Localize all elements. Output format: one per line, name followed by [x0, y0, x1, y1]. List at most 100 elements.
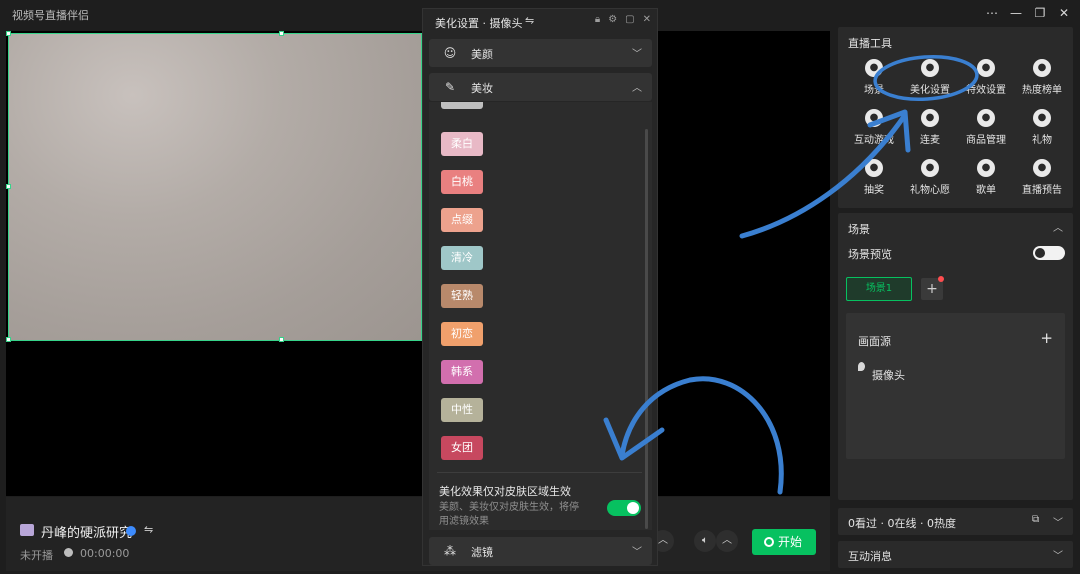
makeup-style-chip[interactable]: 中性 [441, 398, 483, 422]
makeup-style-chip[interactable]: 初恋 [441, 322, 483, 346]
switch-icon[interactable]: ⇋ [525, 14, 534, 27]
tool-label: 互动游戏 [854, 135, 894, 146]
clock-icon [64, 548, 73, 557]
add-source-icon[interactable]: + [1040, 329, 1053, 347]
restore-icon[interactable]: ▢ [625, 14, 634, 25]
makeup-style-chip[interactable]: 韩系 [441, 360, 483, 384]
scene-card: 场景 ︿ 场景预览 场景1 + 画面源 + 摄像头 [838, 213, 1073, 500]
resize-handle[interactable] [6, 31, 11, 36]
tool-playlist[interactable]: ● 歌单 [958, 159, 1014, 205]
skin-only-description: 美颜、美妆仅对皮肤生效，将停用滤镜效果 [439, 502, 579, 527]
preview-stage [6, 31, 830, 496]
tool-scene[interactable]: ● 场景 [846, 59, 902, 105]
chevron-up-icon[interactable]: ︿ [1053, 219, 1063, 234]
close-icon[interactable]: ✕ [643, 14, 651, 25]
toggle-knob [1035, 248, 1045, 258]
scene-chip[interactable]: 场景1 [846, 277, 912, 301]
gift-icon: ● [1033, 109, 1051, 127]
makeup-wand-icon: ✎ [444, 80, 456, 94]
gift-wish-icon: ● [921, 159, 939, 177]
chevron-up-icon[interactable]: ︿ [716, 530, 738, 552]
makeup-options: 柔白白桃点缀清冷轻熟初恋韩系中性女团 美化效果仅对皮肤区域生效 美颜、美妆仅对皮… [429, 102, 652, 530]
popout-icon[interactable]: ⧉ [1032, 514, 1039, 525]
makeup-style-chip[interactable]: 清冷 [441, 246, 483, 270]
tool-label: 场景 [864, 85, 884, 96]
tool-label: 连麦 [920, 135, 940, 146]
more-icon[interactable]: ⋯ [982, 4, 1002, 22]
resize-handle[interactable] [6, 184, 11, 189]
tool-gift-wish[interactable]: ● 礼物心愿 [902, 159, 958, 205]
face-icon: ☺ [443, 46, 457, 60]
divider [437, 472, 642, 473]
co-host-icon: ● [921, 109, 939, 127]
lottery-icon: ● [865, 159, 883, 177]
record-icon [764, 537, 774, 547]
source-item-camera[interactable]: 摄像头 [872, 367, 905, 383]
restore-icon[interactable]: ❐ [1030, 4, 1050, 22]
beauty-label: 美颜 [471, 48, 493, 61]
filter-section[interactable]: ⁂ 滤镜 ﹀ [429, 537, 652, 565]
live-timer: 00:00:00 [80, 547, 130, 560]
tool-label: 特效设置 [966, 85, 1006, 96]
tool-label: 直播预告 [1022, 185, 1062, 196]
tool-gift[interactable]: ● 礼物 [1014, 109, 1070, 155]
filter-icon: ⁂ [444, 544, 456, 558]
messages-title: 互动消息 [848, 550, 892, 563]
makeup-style-chip[interactable]: 女团 [441, 436, 483, 460]
product-icon: ● [977, 109, 995, 127]
beauty-section[interactable]: ☺ 美颜 ﹀ [429, 39, 652, 67]
app-title: 视频号直播伴侣 [12, 9, 89, 22]
tool-label: 商品管理 [966, 135, 1006, 146]
channel-icon [20, 524, 34, 536]
tool-lottery[interactable]: ● 抽奖 [846, 159, 902, 205]
tool-game[interactable]: ● 互动游戏 [846, 109, 902, 155]
skin-only-toggle[interactable] [607, 500, 641, 516]
minimize-icon[interactable]: — [1006, 4, 1026, 22]
lock-icon[interactable]: 🔒︎ [595, 14, 600, 25]
tool-product[interactable]: ● 商品管理 [958, 109, 1014, 155]
resize-handle[interactable] [279, 337, 284, 342]
tool-co-host[interactable]: ● 连麦 [902, 109, 958, 155]
tool-hot-list[interactable]: ● 热度榜单 [1014, 59, 1070, 105]
close-icon[interactable]: ✕ [1054, 4, 1074, 22]
scrollbar[interactable] [645, 129, 648, 529]
hot-list-icon: ● [1033, 59, 1051, 77]
tool-label: 抽奖 [864, 185, 884, 196]
makeup-style-chip[interactable]: 轻熟 [441, 284, 483, 308]
settings-icon[interactable]: ⚙ [608, 14, 617, 25]
makeup-style-chip[interactable]: 柔白 [441, 132, 483, 156]
tool-label: 热度榜单 [1022, 85, 1062, 96]
channel-name[interactable]: 丹峰的硬派研究 [41, 522, 132, 541]
scene-title: 场景 [848, 223, 870, 236]
makeup-style-none[interactable] [441, 102, 483, 109]
bottom-bar: 丹峰的硬派研究 ⇋ 未开播 00:00:00 ︿ 🔈︎ ︿ 开始 [6, 497, 830, 571]
tool-label: 歌单 [976, 185, 996, 196]
makeup-style-chip[interactable]: 点缀 [441, 208, 483, 232]
switch-account-icon[interactable]: ⇋ [144, 523, 153, 536]
scene-preview-label: 场景预览 [848, 248, 892, 261]
start-label: 开始 [778, 535, 803, 549]
live-status: 未开播 [20, 549, 53, 562]
start-live-button[interactable]: 开始 [752, 529, 816, 555]
makeup-style-chip[interactable]: 白桃 [441, 170, 483, 194]
resize-handle[interactable] [279, 31, 284, 36]
makeup-section[interactable]: ✎ 美妆 ︿ [429, 73, 652, 101]
resize-handle[interactable] [6, 337, 11, 342]
chevron-down-icon[interactable]: ﹀ [1053, 514, 1063, 529]
effects-icon: ● [977, 59, 995, 77]
scene-preview-toggle[interactable] [1033, 246, 1065, 260]
camera-source-frame[interactable] [6, 31, 422, 342]
tool-label: 美化设置 [910, 85, 950, 96]
tool-label: 礼物 [1032, 135, 1052, 146]
tool-effects[interactable]: ● 特效设置 [958, 59, 1014, 105]
stats-bar: 0看过 · 0在线 · 0热度 ⧉ ﹀ [838, 508, 1073, 535]
skin-only-title: 美化效果仅对皮肤区域生效 [439, 485, 571, 498]
tool-label: 礼物心愿 [910, 185, 950, 196]
chevron-down-icon[interactable]: ﹀ [1053, 547, 1063, 562]
speaker-icon[interactable]: 🔈︎ [694, 530, 716, 552]
tool-beauty-settings[interactable]: ● 美化设置 [902, 59, 958, 105]
tool-preview[interactable]: ● 直播预告 [1014, 159, 1070, 205]
notification-dot [938, 276, 944, 282]
verified-icon [126, 526, 136, 536]
messages-bar: 互动消息 ﹀ [838, 541, 1073, 568]
